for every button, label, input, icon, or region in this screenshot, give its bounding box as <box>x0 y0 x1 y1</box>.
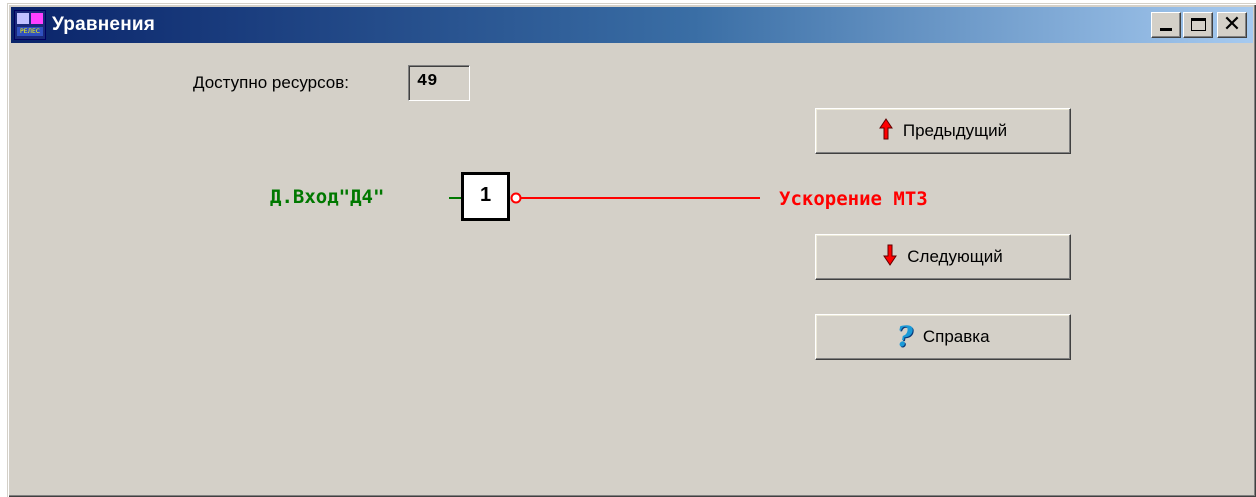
minimize-icon <box>1160 28 1172 31</box>
question-icon: ? <box>896 320 913 353</box>
input-signal-label: Д.Вход"Д4" <box>270 186 385 208</box>
caption-buttons: ✕ <box>1151 12 1247 38</box>
close-icon: ✕ <box>1222 12 1242 37</box>
app-logo-icon[interactable]: РЕЛЕС <box>14 10 46 40</box>
close-button[interactable]: ✕ <box>1217 12 1247 38</box>
maximize-icon <box>1191 18 1206 31</box>
resources-label: Доступно ресурсов: <box>193 73 349 92</box>
help-button[interactable]: ? Справка <box>815 314 1071 360</box>
resources-value-field: 49 <box>408 65 470 101</box>
previous-button[interactable]: Предыдущий <box>815 108 1071 154</box>
next-button-label: Следующий <box>907 247 1003 266</box>
next-button[interactable]: Следующий <box>815 234 1071 280</box>
previous-button-label: Предыдущий <box>902 121 1008 140</box>
arrow-down-icon <box>883 244 898 271</box>
maximize-button[interactable] <box>1183 12 1213 38</box>
output-signal-label: Ускорение МТЗ <box>779 188 928 210</box>
arrow-up-icon <box>878 117 893 145</box>
help-button-label: Справка <box>922 327 990 346</box>
minimize-button[interactable] <box>1151 12 1181 38</box>
title-bar[interactable]: РЕЛЕС Уравнения ✕ <box>11 7 1253 43</box>
app-logo-caption: РЕЛЕС <box>17 27 43 36</box>
window-title: Уравнения <box>52 14 156 35</box>
logic-gate-or[interactable]: 1 <box>461 172 510 221</box>
